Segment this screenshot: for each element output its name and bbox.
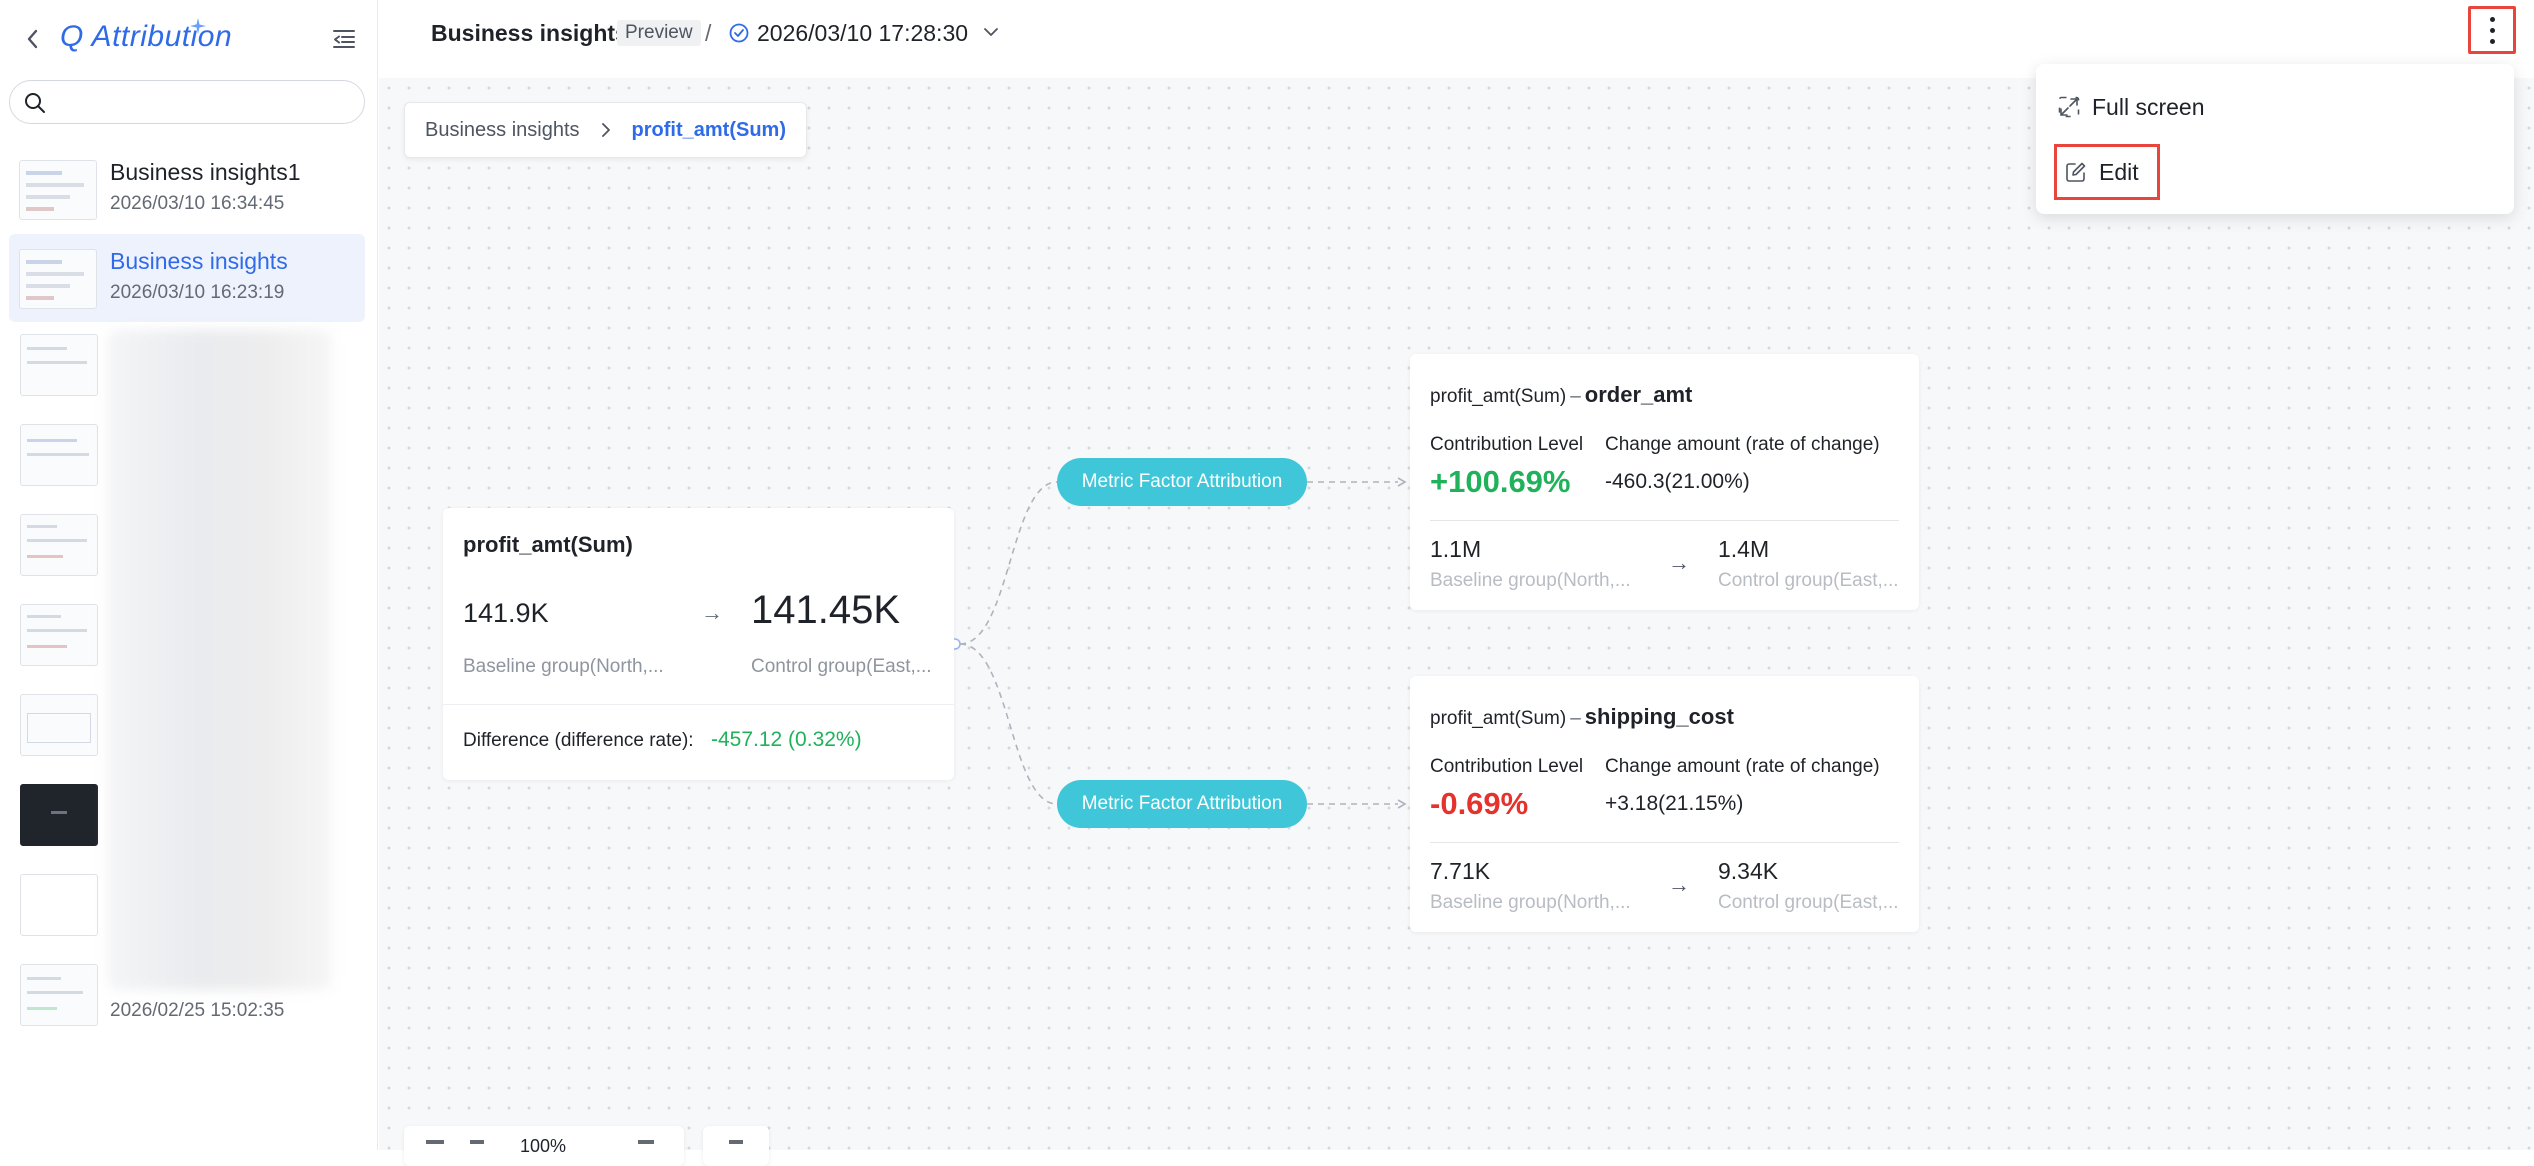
zoom-out-icon[interactable] <box>470 1140 484 1144</box>
divider <box>443 704 954 705</box>
list-item-title: Business insights1 <box>110 159 301 185</box>
thumbnail <box>19 160 97 220</box>
canvas-toolbar-secondary <box>703 1126 769 1166</box>
sparkle-icon <box>190 18 206 34</box>
metric-name: profit_amt(Sum) <box>1430 386 1567 407</box>
control-label: Control group(East,... <box>751 656 932 677</box>
undo-icon[interactable] <box>729 1140 743 1144</box>
factor-name: shipping_cost <box>1584 704 1734 729</box>
list-item-date: 2026/03/10 16:34:45 <box>110 193 285 214</box>
sidebar: Q Attribution Business insights1 2026/03… <box>0 0 378 1150</box>
change-amount-value: +3.18(21.15%) <box>1605 792 1744 815</box>
arrow-right-icon: → <box>1668 872 1690 897</box>
control-value: 9.34K <box>1718 858 1779 884</box>
thumbnail[interactable] <box>20 424 98 486</box>
contribution-label: Contribution Level <box>1430 756 1584 777</box>
factor-card-title: profit_amt(Sum) – shipping_cost <box>1430 704 1734 730</box>
change-amount-label: Change amount (rate of change) <box>1605 434 1880 455</box>
baseline-value: 1.1M <box>1430 536 1482 562</box>
factor-card-title: profit_amt(Sum) – order_amt <box>1430 382 1692 408</box>
thumbnail[interactable] <box>20 874 98 936</box>
separator: / <box>705 20 712 46</box>
contribution-label: Contribution Level <box>1430 434 1584 455</box>
more-options-menu: Full screen Edit <box>2036 64 2514 214</box>
divider <box>1430 842 1899 843</box>
factor-name: order_amt <box>1584 382 1693 407</box>
check-circle-icon <box>729 23 749 43</box>
version-select[interactable]: 2026/03/10 17:28:30 <box>757 20 968 47</box>
canvas-toolbar: 100% <box>404 1126 684 1166</box>
collapse-sidebar-icon[interactable] <box>332 28 356 50</box>
metric-card[interactable]: profit_amt(Sum) 141.9K → 141.45K Baselin… <box>443 508 954 780</box>
breadcrumb-current: profit_amt(Sum) <box>631 118 786 141</box>
difference-label: Difference (difference rate): <box>463 730 694 751</box>
metric-title: profit_amt(Sum) <box>463 532 633 557</box>
factor-card-shipping-cost[interactable]: profit_amt(Sum) – shipping_cost Contributi… <box>1410 676 1919 932</box>
sidebar-header: Q Attribution <box>0 0 378 80</box>
list-item-date: 2026/02/25 15:02:35 <box>110 1000 285 1021</box>
arrow-right-icon: → <box>1668 550 1690 575</box>
baseline-label: Baseline group(North,... <box>1430 892 1631 913</box>
metric-factor-attribution-node[interactable]: Metric Factor Attribution <box>1057 780 1307 828</box>
search-icon <box>25 93 45 113</box>
menu-item-label: Full screen <box>2092 93 2205 120</box>
change-amount-value: -460.3(21.00%) <box>1605 470 1750 493</box>
baseline-label: Baseline group(North,... <box>463 656 664 677</box>
menu-item-edit[interactable]: Edit <box>2054 144 2160 200</box>
metric-name: profit_amt(Sum) <box>1430 708 1567 729</box>
fit-view-icon[interactable] <box>638 1140 654 1144</box>
menu-item-label: Edit <box>2099 158 2139 185</box>
breadcrumb-root[interactable]: Business insights <box>425 119 580 142</box>
arrow-right-icon: → <box>701 600 723 625</box>
list-item[interactable]: Business insights1 2026/03/10 16:34:45 <box>9 145 365 233</box>
factor-card-order-amt[interactable]: profit_amt(Sum) – order_amt Contribution L… <box>1410 354 1919 610</box>
contribution-value: -0.69% <box>1430 786 1529 821</box>
grid-icon[interactable] <box>426 1140 444 1144</box>
dash: – <box>1570 708 1581 729</box>
list-item-active[interactable]: Business insights 2026/03/10 16:23:19 <box>9 234 365 322</box>
divider <box>1430 520 1899 521</box>
list-item-title: Business insights <box>110 248 288 274</box>
page-title: Business insights <box>431 20 628 46</box>
control-label: Control group(East,... <box>1718 570 1899 591</box>
thumbnail[interactable] <box>20 514 98 576</box>
thumbnail[interactable] <box>20 694 98 756</box>
dash: – <box>1570 386 1581 407</box>
difference-value: -457.12 (0.32%) <box>711 728 862 751</box>
thumbnail[interactable] <box>20 334 98 396</box>
list-item-date: 2026/03/10 16:23:19 <box>110 282 285 303</box>
edit-icon <box>2066 162 2086 182</box>
control-value: 141.45K <box>751 588 901 632</box>
redacted-area <box>108 330 332 990</box>
app-logo-text: Q Attribution <box>60 20 233 53</box>
change-amount-label: Change amount (rate of change) <box>1605 756 1880 777</box>
thumbnail[interactable] <box>20 604 98 666</box>
baseline-value: 7.71K <box>1430 858 1491 884</box>
more-options-button[interactable] <box>2468 6 2516 54</box>
control-label: Control group(East,... <box>1718 892 1899 913</box>
chevron-left-icon[interactable] <box>22 26 44 52</box>
menu-item-full-screen[interactable]: Full screen <box>2058 82 2204 132</box>
metric-factor-attribution-node[interactable]: Metric Factor Attribution <box>1057 458 1307 506</box>
baseline-label: Baseline group(North,... <box>1430 570 1631 591</box>
chevron-right-icon <box>601 123 610 137</box>
baseline-value: 141.9K <box>463 598 549 628</box>
control-value: 1.4M <box>1718 536 1770 562</box>
search-box[interactable] <box>9 80 365 124</box>
zoom-level[interactable]: 100% <box>520 1136 566 1157</box>
fullscreen-icon <box>2058 96 2080 118</box>
thumbnail <box>19 249 97 309</box>
thumbnail[interactable] <box>20 784 98 846</box>
thumbnail[interactable] <box>20 964 98 1026</box>
contribution-value: +100.69% <box>1430 464 1571 499</box>
preview-badge: Preview <box>617 20 701 46</box>
breadcrumb: Business insights profit_amt(Sum) <box>404 102 807 158</box>
chevron-down-icon[interactable] <box>983 26 999 38</box>
search-input[interactable] <box>54 87 354 117</box>
